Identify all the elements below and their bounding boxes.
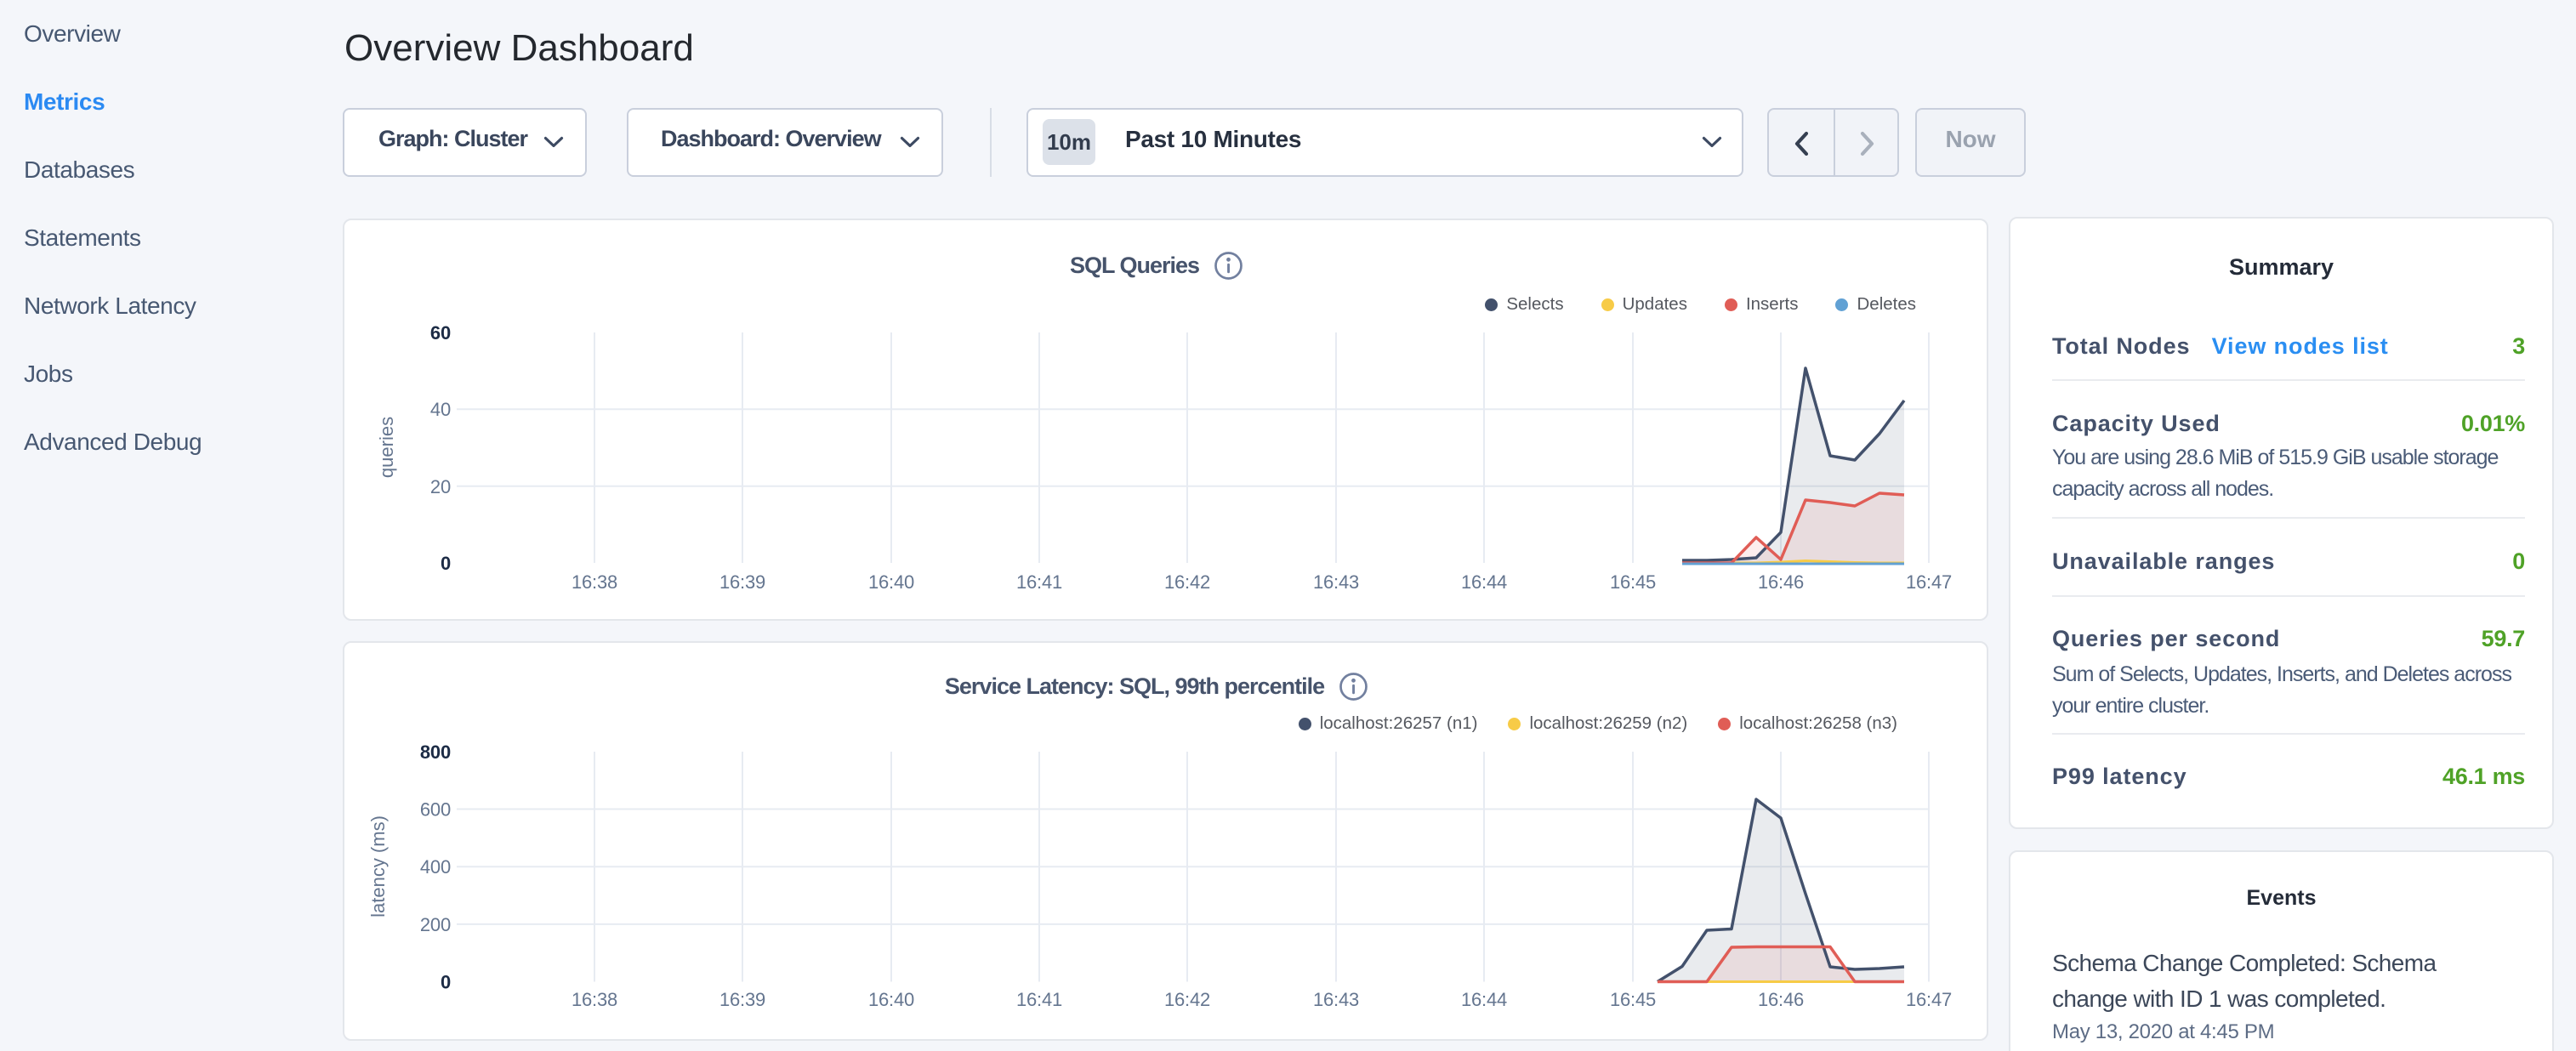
svg-text:latency (ms): latency (ms) <box>367 815 389 917</box>
svg-text:16:46: 16:46 <box>1758 571 1804 593</box>
svg-text:200: 200 <box>420 914 451 935</box>
svg-text:16:46: 16:46 <box>1758 989 1804 1010</box>
svg-text:40: 40 <box>430 399 451 420</box>
svg-text:16:40: 16:40 <box>868 571 914 593</box>
svg-text:16:45: 16:45 <box>1610 571 1656 593</box>
svg-text:16:43: 16:43 <box>1313 571 1359 593</box>
svg-text:16:43: 16:43 <box>1313 989 1359 1010</box>
svg-text:16:40: 16:40 <box>868 989 914 1010</box>
svg-text:16:44: 16:44 <box>1461 989 1507 1010</box>
svg-text:16:47: 16:47 <box>1906 989 1952 1010</box>
svg-text:800: 800 <box>420 741 451 763</box>
svg-text:16:42: 16:42 <box>1164 571 1210 593</box>
svg-text:16:44: 16:44 <box>1461 571 1507 593</box>
svg-text:0: 0 <box>441 972 451 993</box>
svg-text:20: 20 <box>430 476 451 497</box>
svg-text:16:38: 16:38 <box>571 989 617 1010</box>
svg-text:0: 0 <box>441 553 451 574</box>
svg-text:16:45: 16:45 <box>1610 989 1656 1010</box>
svg-text:16:39: 16:39 <box>719 989 765 1010</box>
svg-text:16:39: 16:39 <box>719 571 765 593</box>
svg-text:queries: queries <box>376 417 397 478</box>
svg-text:16:38: 16:38 <box>571 571 617 593</box>
svg-text:16:47: 16:47 <box>1906 571 1952 593</box>
svg-text:16:42: 16:42 <box>1164 989 1210 1010</box>
svg-text:16:41: 16:41 <box>1016 989 1062 1010</box>
svg-text:16:41: 16:41 <box>1016 571 1062 593</box>
svg-text:600: 600 <box>420 799 451 821</box>
svg-text:400: 400 <box>420 856 451 878</box>
svg-text:60: 60 <box>430 322 451 344</box>
